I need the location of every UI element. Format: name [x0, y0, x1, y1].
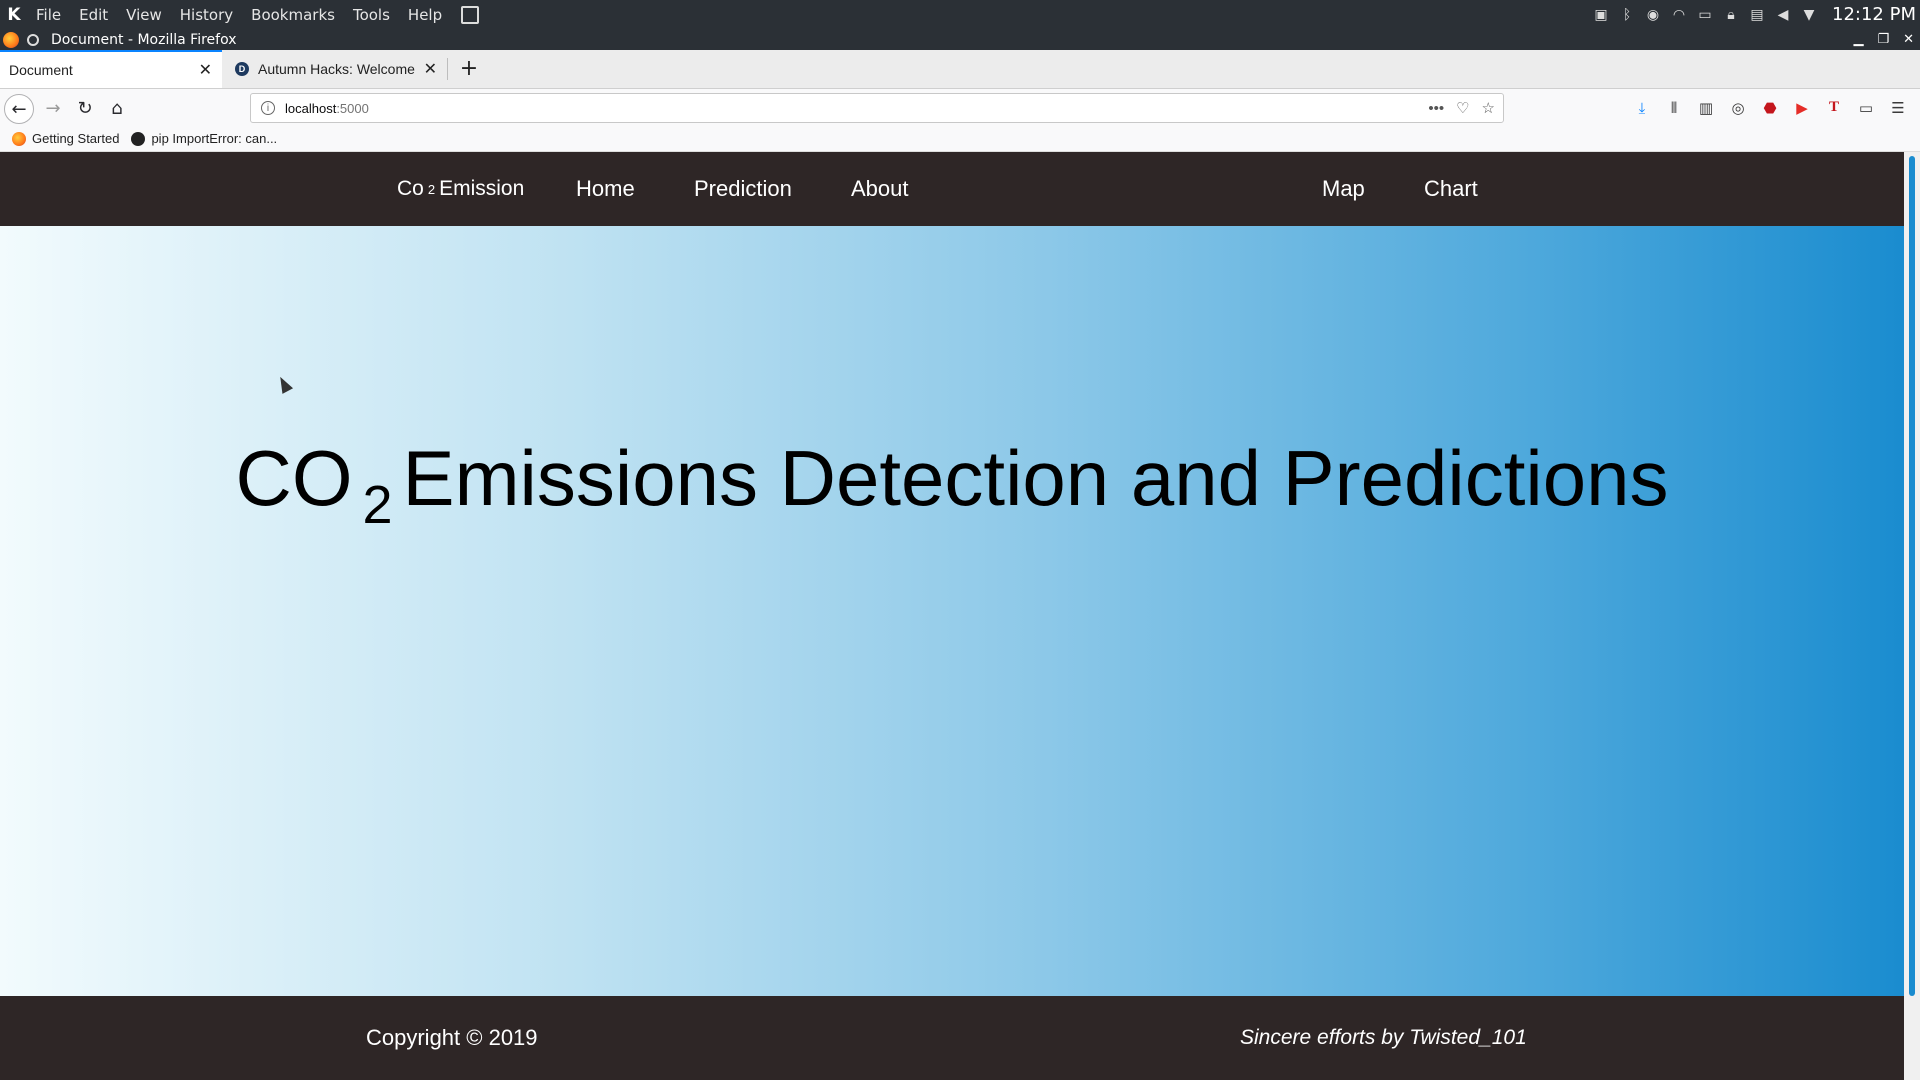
- hero-section: CO 2 Emissions Detection and Predictions: [0, 226, 1904, 996]
- page-scrollbar[interactable]: [1904, 152, 1920, 1080]
- footer-credit: Sincere efforts by Twisted_101: [1240, 1026, 1527, 1049]
- clipboard-icon[interactable]: ▤: [1749, 7, 1765, 23]
- pin-icon[interactable]: [27, 33, 39, 46]
- app-menu-bar: File Edit View History Bookmarks Tools H…: [28, 6, 451, 24]
- nav-home-link[interactable]: Home: [576, 152, 635, 226]
- tab-separator: [447, 58, 448, 80]
- url-text: localhost:5000: [285, 100, 369, 116]
- firefox-icon: [12, 131, 26, 146]
- site-navbar: Co 2 Emission Home Prediction About Map Ch…: [0, 152, 1904, 226]
- page-viewport: Co 2 Emission Home Prediction About Map Ch…: [0, 152, 1920, 1080]
- url-actions: ••• ♡ ☆: [1416, 94, 1495, 122]
- downloads-icon[interactable]: ⤓: [1632, 98, 1652, 118]
- battery-icon[interactable]: ▭: [1697, 7, 1713, 23]
- os-top-panel: K File Edit View History Bookmarks Tools…: [0, 0, 1920, 29]
- show-desktop-icon[interactable]: [461, 5, 480, 24]
- kde-launcher-icon[interactable]: K: [0, 0, 28, 29]
- sidebar-icon[interactable]: ▥: [1696, 98, 1716, 118]
- new-tab-button[interactable]: +: [456, 55, 482, 81]
- menu-bookmarks[interactable]: Bookmarks: [251, 6, 335, 24]
- tab-autumn-hacks[interactable]: D Autumn Hacks: Welcome t ✕: [223, 50, 447, 88]
- site-info-icon[interactable]: i: [261, 101, 275, 115]
- youtube-icon[interactable]: ▶: [1792, 98, 1812, 118]
- maximize-icon[interactable]: ❐: [1877, 32, 1889, 47]
- library-icon[interactable]: ⫴: [1664, 98, 1684, 118]
- page-actions-icon[interactable]: •••: [1428, 100, 1444, 117]
- menu-view[interactable]: View: [126, 6, 162, 24]
- vpn-icon[interactable]: ◉: [1645, 7, 1661, 23]
- footer-copyright: Copyright © 2019: [366, 1025, 538, 1050]
- bookmark-getting-started[interactable]: Getting Started: [12, 131, 119, 146]
- bookmark-label: pip ImportError: can...: [151, 131, 278, 146]
- system-tray: ▣ ᛒ ◉ ◠ ▭ 🔒︎ ▤ ◀ ▼ 12:12 PM: [1588, 0, 1916, 29]
- tray-expand-icon[interactable]: ▼: [1801, 7, 1817, 23]
- site-brand[interactable]: Co 2 Emission: [397, 152, 524, 226]
- nav-about-link[interactable]: About: [851, 152, 909, 226]
- bookmark-label: Getting Started: [32, 131, 120, 146]
- scrollbar-thumb[interactable]: [1909, 156, 1915, 996]
- menu-history[interactable]: History: [180, 6, 233, 24]
- menu-tools[interactable]: Tools: [353, 6, 390, 24]
- nav-prediction-link[interactable]: Prediction: [694, 152, 792, 226]
- window-title-bar: Document - Mozilla Firefox ▁ ❐ ✕: [0, 29, 1920, 50]
- wifi-icon[interactable]: ◠: [1671, 7, 1687, 23]
- forward-button[interactable]: →: [38, 93, 68, 123]
- url-bar[interactable]: i localhost:5000 ••• ♡ ☆: [250, 93, 1504, 123]
- pocket-icon[interactable]: ♡: [1456, 99, 1469, 117]
- bookmarks-bar: Getting Started pip ImportError: can...: [0, 126, 1920, 152]
- close-tab-icon[interactable]: ✕: [424, 59, 437, 79]
- tab-strip: Document ✕ D Autumn Hacks: Welcome t ✕ +: [0, 50, 1920, 89]
- window-controls: ▁ ❐ ✕: [1839, 29, 1914, 50]
- nav-chart-link[interactable]: Chart: [1424, 152, 1478, 226]
- nav-map-link[interactable]: Map: [1322, 152, 1365, 226]
- menu-edit[interactable]: Edit: [79, 6, 108, 24]
- home-button[interactable]: ⌂: [102, 93, 132, 123]
- site-footer: Copyright © 2019 Sincere efforts by Twis…: [0, 996, 1904, 1080]
- menu-file[interactable]: File: [36, 6, 61, 24]
- bluetooth-icon[interactable]: ᛒ: [1619, 7, 1635, 23]
- image-icon[interactable]: ▣: [1593, 7, 1609, 23]
- volume-icon[interactable]: ◀: [1775, 7, 1791, 23]
- account-icon[interactable]: ◎: [1728, 98, 1748, 118]
- hamburger-menu-icon[interactable]: ☰: [1888, 98, 1908, 118]
- close-window-icon[interactable]: ✕: [1903, 32, 1914, 47]
- bookmark-star-icon[interactable]: ☆: [1482, 99, 1495, 117]
- hero-title: CO 2 Emissions Detection and Predictions: [235, 434, 1669, 535]
- translate-icon[interactable]: T: [1824, 98, 1844, 118]
- mouse-cursor-icon: [274, 374, 294, 394]
- firefox-icon: [3, 31, 19, 48]
- minimize-icon[interactable]: ▁: [1853, 32, 1863, 47]
- clock[interactable]: 12:12 PM: [1832, 4, 1916, 25]
- synced-tabs-icon[interactable]: ▭: [1856, 98, 1876, 118]
- tab-document[interactable]: Document ✕: [0, 50, 222, 88]
- reload-button[interactable]: ↻: [70, 93, 100, 123]
- github-icon: [131, 131, 146, 146]
- bookmark-pip-importerror[interactable]: pip ImportError: can...: [131, 131, 277, 146]
- lock-icon[interactable]: 🔒︎: [1723, 7, 1739, 23]
- menu-help[interactable]: Help: [408, 6, 442, 24]
- toolbar-icons: ⤓ ⫴ ▥ ◎ ⬣ ▶ T ▭ ☰: [1626, 89, 1914, 126]
- devpost-icon: D: [235, 62, 249, 76]
- tab-label: Document: [9, 62, 73, 78]
- close-tab-icon[interactable]: ✕: [199, 60, 212, 80]
- tab-label: Autumn Hacks: Welcome t: [258, 61, 418, 77]
- back-button[interactable]: ←: [4, 94, 34, 124]
- navigation-toolbar: ← → ↻ ⌂ i localhost:5000 ••• ♡ ☆ ⤓ ⫴ ▥ ◎…: [0, 89, 1920, 126]
- window-title: Document - Mozilla Firefox: [51, 31, 237, 48]
- adblock-icon[interactable]: ⬣: [1760, 98, 1780, 118]
